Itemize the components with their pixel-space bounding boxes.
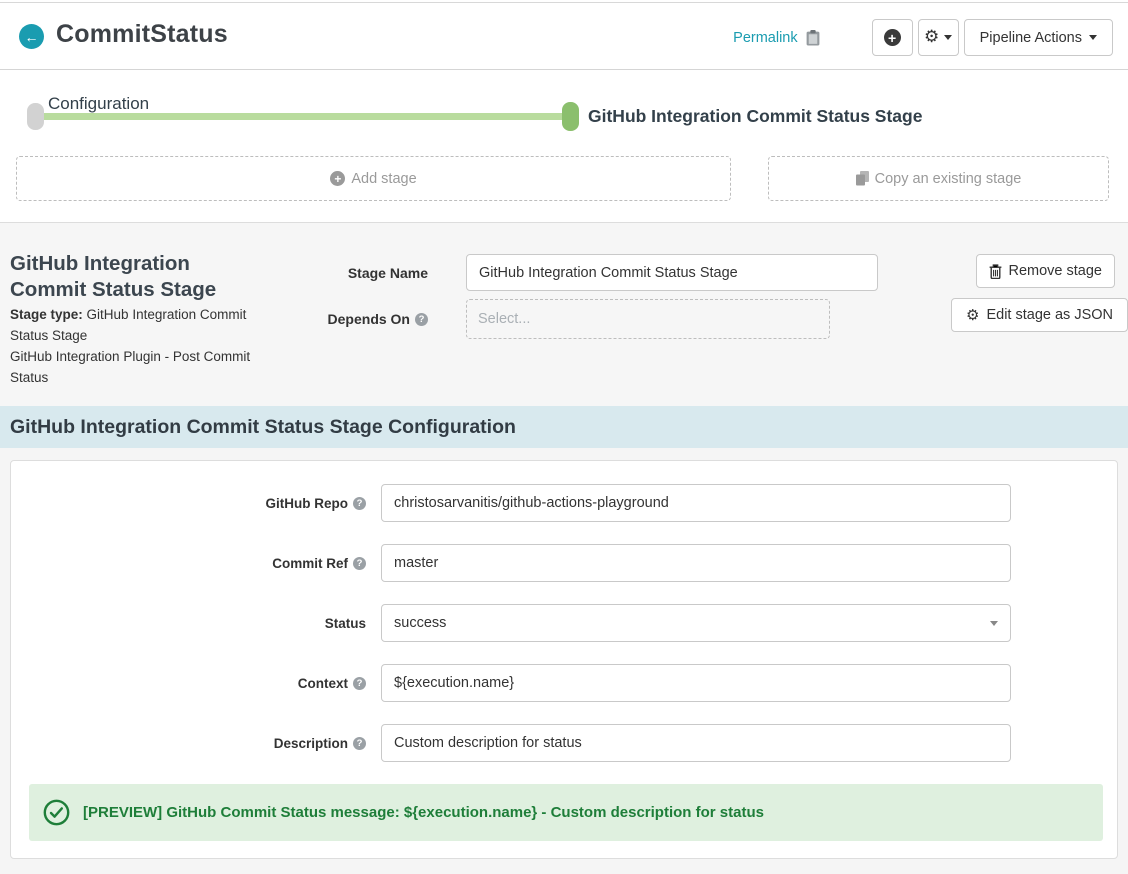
copy-existing-stage-button[interactable]: Copy an existing stage [768, 156, 1109, 201]
stage-heading: GitHub Integration Commit Status Stage [10, 251, 235, 302]
header-actions: Permalink + ⚙ Pipeline Actions [733, 19, 1113, 56]
edit-json-label: Edit stage as JSON [986, 307, 1113, 323]
depends-on-label: Depends On [328, 311, 410, 327]
description-label-row: Description ? [71, 724, 366, 762]
description-label: Description [274, 736, 348, 751]
check-circle-icon [43, 799, 70, 826]
remove-stage-label: Remove stage [1009, 263, 1103, 279]
pipeline-config-page: ← CommitStatus Permalink + ⚙ Pipeline Ac… [0, 0, 1128, 874]
github-repo-label-row: GitHub Repo ? [71, 484, 366, 522]
status-label-row: Status [71, 604, 366, 642]
commit-ref-input[interactable] [381, 544, 1011, 582]
depends-on-placeholder: Select... [478, 311, 530, 327]
github-repo-input[interactable] [381, 484, 1011, 522]
configuration-node[interactable] [27, 103, 44, 130]
remove-stage-button[interactable]: Remove stage [976, 254, 1116, 288]
help-icon[interactable]: ? [353, 737, 366, 750]
caret-down-icon [1089, 35, 1097, 40]
add-stage-button[interactable]: + Add stage [16, 156, 731, 201]
gear-icon: ⚙ [966, 308, 979, 323]
description-input[interactable] [381, 724, 1011, 762]
help-icon[interactable]: ? [353, 557, 366, 570]
context-input[interactable] [381, 664, 1011, 702]
commit-ref-label: Commit Ref [272, 556, 348, 571]
status-selected-value: success [394, 615, 446, 631]
commit-ref-label-row: Commit Ref ? [71, 544, 366, 582]
caret-down-icon [944, 35, 952, 40]
plus-circle-icon: + [884, 29, 901, 46]
help-icon[interactable]: ? [353, 497, 366, 510]
github-repo-label: GitHub Repo [266, 496, 349, 511]
context-label-row: Context ? [71, 664, 366, 702]
copy-icon [856, 171, 869, 186]
stage-name-input[interactable] [466, 254, 878, 291]
edit-stage-as-json-button[interactable]: ⚙ Edit stage as JSON [951, 298, 1128, 332]
plus-circle-icon: + [330, 171, 345, 186]
stage-config-section: GitHub Repo ? Commit Ref ? Status succes… [0, 448, 1128, 874]
copy-stage-label: Copy an existing stage [875, 171, 1022, 187]
pipeline-actions-button[interactable]: Pipeline Actions [964, 19, 1113, 56]
preview-alert: [PREVIEW] GitHub Commit Status message: … [29, 784, 1103, 841]
stage-config-heading: GitHub Integration Commit Status Stage C… [10, 416, 516, 439]
page-title: CommitStatus [56, 20, 228, 49]
stage-config-card: GitHub Repo ? Commit Ref ? Status succes… [10, 460, 1118, 859]
arrow-left-icon: ← [25, 29, 39, 45]
add-button[interactable]: + [872, 19, 913, 56]
pipeline-graph: Configuration GitHub Integration Commit … [0, 70, 1128, 222]
context-label: Context [298, 676, 348, 691]
permalink-link[interactable]: Permalink [733, 30, 797, 46]
stage-node[interactable] [562, 102, 579, 131]
trash-icon [989, 264, 1002, 279]
clipboard-icon[interactable] [806, 30, 820, 46]
help-icon[interactable]: ? [353, 677, 366, 690]
caret-down-icon [990, 621, 998, 626]
pipeline-actions-label: Pipeline Actions [980, 30, 1082, 46]
plugin-description: GitHub Integration Plugin - Post Commit … [10, 349, 250, 385]
stage-name-label: Stage Name [348, 265, 428, 281]
header: ← CommitStatus Permalink + ⚙ Pipeline Ac… [0, 3, 1128, 70]
help-icon[interactable]: ? [415, 313, 428, 326]
graph-connector-line [36, 113, 570, 120]
status-label: Status [325, 616, 366, 631]
add-stage-label: Add stage [351, 171, 416, 187]
stage-name-label-row: Stage Name [290, 254, 428, 291]
configuration-node-label[interactable]: Configuration [48, 94, 149, 114]
stage-config-heading-band: GitHub Integration Commit Status Stage C… [0, 406, 1128, 448]
back-button[interactable]: ← [19, 24, 44, 49]
stage-details-section: GitHub Integration Commit Status Stage S… [0, 222, 1128, 406]
depends-on-select[interactable]: Select... [466, 299, 830, 339]
preview-message: [PREVIEW] GitHub Commit Status message: … [83, 804, 764, 821]
stage-meta: Stage type: GitHub Integration Commit St… [10, 305, 278, 389]
settings-button[interactable]: ⚙ [918, 19, 959, 56]
stage-type-label: Stage type: [10, 307, 83, 322]
gear-icon: ⚙ [924, 29, 939, 46]
status-select[interactable]: success [381, 604, 1011, 642]
depends-on-label-row: Depends On ? [276, 299, 428, 339]
stage-node-label[interactable]: GitHub Integration Commit Status Stage [588, 106, 922, 127]
